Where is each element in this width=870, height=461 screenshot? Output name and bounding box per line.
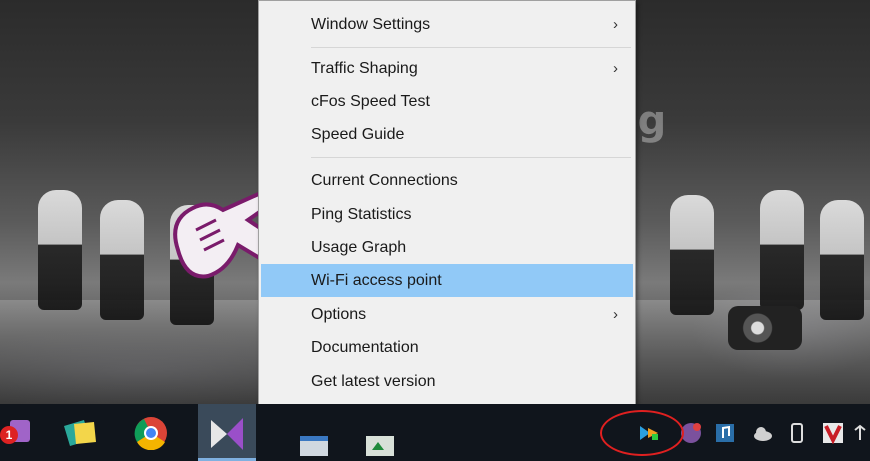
menu-item-documentation[interactable]: Documentation: [261, 331, 633, 364]
onedrive-icon[interactable]: [752, 422, 774, 444]
menu-item-label: Wi-Fi access point: [311, 272, 442, 289]
menu-item-label: Ping Statistics: [311, 206, 412, 223]
menu-item-speed-test[interactable]: cFos Speed Test: [261, 85, 633, 118]
app-green-icon: [366, 436, 394, 456]
menu-item-get-latest-version[interactable]: Get latest version: [261, 365, 633, 398]
usb-device-icon[interactable]: [786, 422, 808, 444]
taskbar: 1: [0, 404, 870, 461]
taskbar-app-window[interactable]: [286, 404, 344, 461]
app-window-icon: [300, 436, 328, 456]
submenu-arrow-icon: ›: [613, 16, 618, 33]
menu-item-label: Documentation: [311, 339, 419, 356]
menu-item-label: Usage Graph: [311, 239, 407, 256]
taskbar-app-visual-studio[interactable]: [198, 404, 256, 461]
menu-item-label: Current Connections: [311, 172, 458, 189]
performer-figure: [670, 195, 714, 315]
context-menu: Window Settings › Traffic Shaping › cFos…: [258, 0, 636, 437]
menu-item-wifi-access-point[interactable]: Wi-Fi access point: [261, 264, 633, 297]
submenu-arrow-icon: ›: [613, 60, 618, 77]
chrome-icon: [134, 417, 167, 450]
taskbar-app-files[interactable]: [50, 404, 108, 461]
menu-item-label: Traffic Shaping: [311, 60, 418, 77]
taskbar-app-chrome[interactable]: [122, 404, 180, 461]
menu-item-usage-graph[interactable]: Usage Graph: [261, 231, 633, 264]
submenu-arrow-icon: ›: [613, 306, 618, 323]
menu-separator: [311, 157, 631, 158]
taskbar-app-green[interactable]: [352, 404, 410, 461]
menu-item-label: Get latest version: [311, 373, 436, 390]
notification-badge: 1: [0, 426, 18, 444]
menu-item-current-connections[interactable]: Current Connections: [261, 164, 633, 197]
menu-item-traffic-shaping[interactable]: Traffic Shaping ›: [261, 52, 633, 85]
music-player-icon[interactable]: [714, 422, 736, 444]
network-icon[interactable]: [852, 422, 868, 444]
file-explorer-icon: [64, 420, 96, 446]
performer-figure: [100, 200, 144, 320]
menu-item-window-settings[interactable]: Window Settings ›: [261, 8, 633, 41]
antivirus-v-icon[interactable]: [822, 422, 844, 444]
annotation-circle: [600, 410, 684, 456]
visual-studio-icon: [211, 418, 243, 450]
menu-item-label: Speed Guide: [311, 126, 405, 143]
stage-light: [728, 306, 802, 350]
menu-separator: [311, 47, 631, 48]
performer-figure: [38, 190, 82, 310]
menu-item-label: cFos Speed Test: [311, 93, 430, 110]
menu-item-label: Window Settings: [311, 16, 431, 33]
performer-figure: [820, 200, 864, 320]
menu-item-ping-statistics[interactable]: Ping Statistics: [261, 198, 633, 231]
menu-item-options[interactable]: Options ›: [261, 298, 633, 331]
performer-figure: [760, 190, 804, 310]
menu-item-speed-guide[interactable]: Speed Guide: [261, 118, 633, 151]
menu-item-label: Options: [311, 306, 367, 323]
